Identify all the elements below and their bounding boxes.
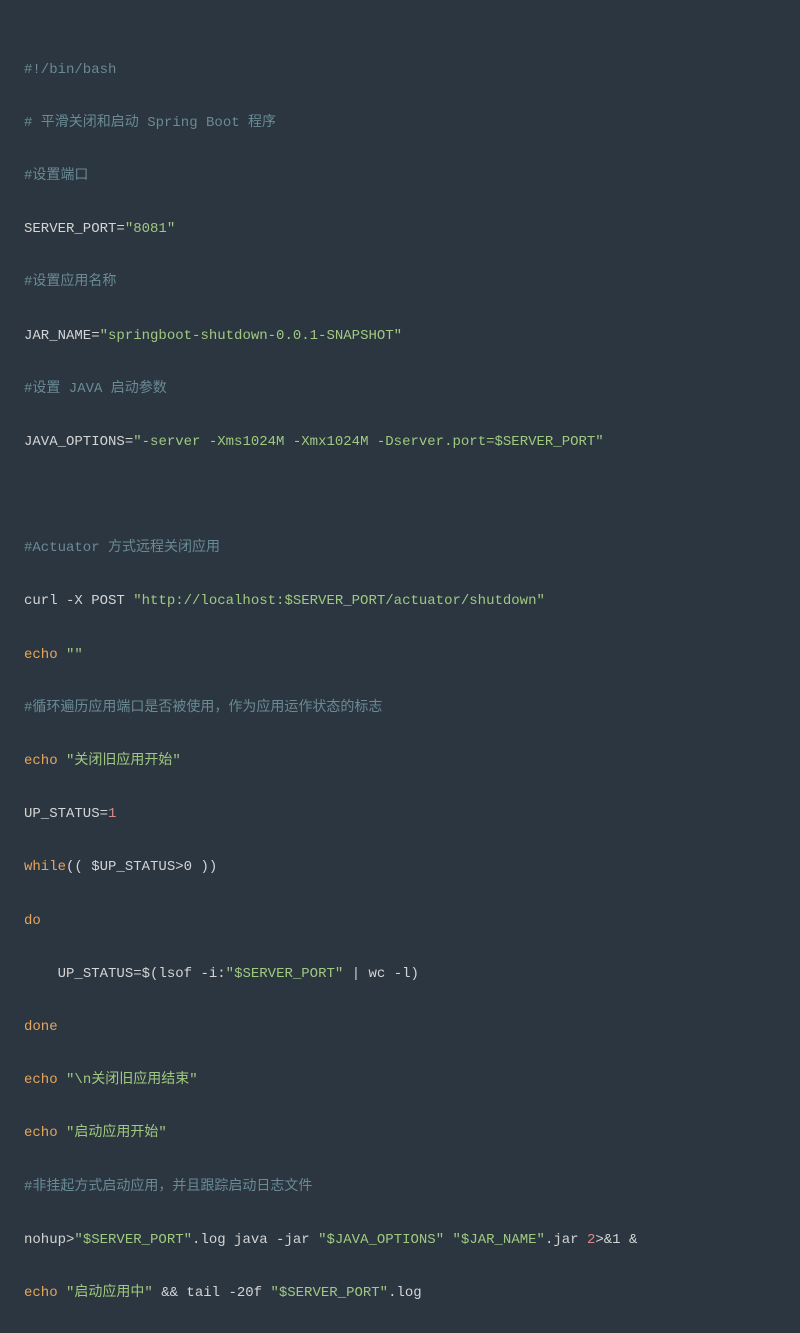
code-line: #Actuator 方式远程关闭应用 [24,535,776,562]
variable: UP_STATUS [58,966,134,982]
variable: JAVA_OPTIONS [24,434,125,450]
command: nohup> [24,1232,74,1248]
equals: = [133,966,141,982]
equals: = [125,434,133,450]
code-line: JAR_NAME="springboot-shutdown-0.0.1-SNAP… [24,323,776,350]
code-line: # 平滑关闭和启动 Spring Boot 程序 [24,110,776,137]
number: 2 [587,1232,595,1248]
redirect: >&1 & [595,1232,637,1248]
command: curl -X POST [24,593,133,609]
string: "\n关闭旧应用结束" [66,1072,198,1088]
code-line: nohup>"$SERVER_PORT".log java -jar "$JAV… [24,1227,776,1254]
builtin: echo [24,1125,66,1141]
code-line: SERVER_PORT="8081" [24,216,776,243]
comment: #Actuator 方式远程关闭应用 [24,540,220,556]
keyword: while [24,859,66,875]
equals: = [116,221,124,237]
string: "启动应用开始" [66,1125,167,1141]
equals: = [91,328,99,344]
comment: #非挂起方式启动应用，并且跟踪启动日志文件 [24,1179,312,1195]
builtin: echo [24,1072,66,1088]
code-line: #非挂起方式启动应用，并且跟踪启动日志文件 [24,1174,776,1201]
builtin: echo [24,753,66,769]
variable: SERVER_PORT [24,221,116,237]
comment: #设置 JAVA 启动参数 [24,381,167,397]
number: 1 [108,806,116,822]
variable: UP_STATUS [24,806,100,822]
code-line: echo "启动应用开始" [24,1120,776,1147]
code-block: #!/bin/bash # 平滑关闭和启动 Spring Boot 程序 #设置… [24,30,776,1333]
code-line: #设置 JAVA 启动参数 [24,376,776,403]
space [444,1232,452,1248]
subst-open: $( [142,966,159,982]
string: "启动应用中" [66,1285,153,1301]
code-line: done [24,1014,776,1041]
shebang: #!/bin/bash [24,62,116,78]
code-line: UP_STATUS=1 [24,801,776,828]
indent [24,966,58,982]
keyword: do [24,913,41,929]
text: .log java -jar [192,1232,318,1248]
comment: # 平滑关闭和启动 Spring Boot 程序 [24,115,276,131]
variable: JAR_NAME [24,328,91,344]
string: "关闭旧应用开始" [66,753,181,769]
builtin: echo [24,1285,66,1301]
code-line: #设置应用名称 [24,269,776,296]
code-line: echo "启动应用中" && tail -20f "$SERVER_PORT"… [24,1280,776,1307]
code-line: while(( $UP_STATUS>0 )) [24,854,776,881]
code-line: JAVA_OPTIONS="-server -Xms1024M -Xmx1024… [24,429,776,456]
keyword: done [24,1019,58,1035]
operator: && tail -20f [153,1285,271,1301]
code-line: #循环遍历应用端口是否被使用，作为应用运作状态的标志 [24,695,776,722]
condition: (( $UP_STATUS>0 )) [66,859,217,875]
string: "$SERVER_PORT" [226,966,344,982]
string: "springboot-shutdown-0.0.1-SNAPSHOT" [100,328,402,344]
code-line: echo "" [24,642,776,669]
string: "$JAR_NAME" [453,1232,545,1248]
comment: #循环遍历应用端口是否被使用，作为应用运作状态的标志 [24,700,382,716]
code-line: curl -X POST "http://localhost:$SERVER_P… [24,588,776,615]
code-line: echo "\n关闭旧应用结束" [24,1067,776,1094]
text: .jar [545,1232,587,1248]
code-line: #设置端口 [24,163,776,190]
code-line: UP_STATUS=$(lsof -i:"$SERVER_PORT" | wc … [24,961,776,988]
string: "$SERVER_PORT" [74,1232,192,1248]
pipe: | wc -l) [343,966,419,982]
code-line: do [24,908,776,935]
string: "-server -Xms1024M -Xmx1024M -Dserver.po… [133,434,603,450]
comment: #设置应用名称 [24,274,116,290]
text: .log [388,1285,422,1301]
builtin: echo [24,647,66,663]
string: "$JAVA_OPTIONS" [318,1232,444,1248]
comment: #设置端口 [24,168,88,184]
command: lsof -i: [158,966,225,982]
string: "8081" [125,221,175,237]
code-line: #!/bin/bash [24,57,776,84]
string: "http://localhost:$SERVER_PORT/actuator/… [133,593,545,609]
string: "" [66,647,83,663]
equals: = [100,806,108,822]
string: "$SERVER_PORT" [270,1285,388,1301]
blank-line [24,482,776,509]
code-line: echo "关闭旧应用开始" [24,748,776,775]
